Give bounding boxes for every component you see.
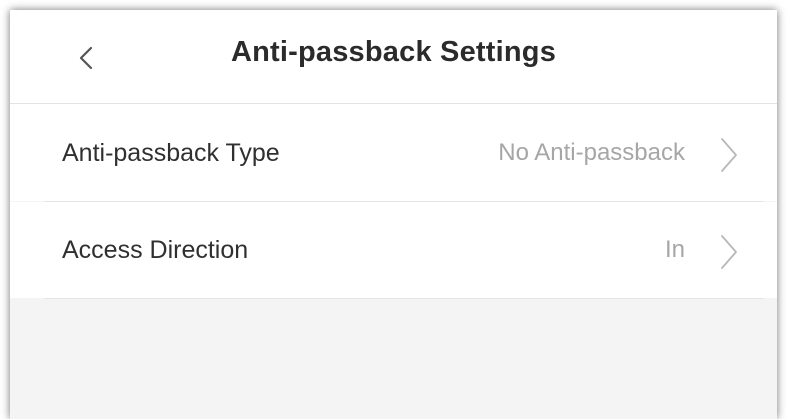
- setting-label: Access Direction: [62, 236, 249, 264]
- setting-label: Anti-passback Type: [62, 139, 280, 167]
- setting-value: In: [664, 236, 685, 263]
- setting-row-access-direction[interactable]: Access Direction In: [10, 202, 777, 298]
- page-title: Anti-passback Settings: [230, 36, 557, 68]
- settings-screen: Anti-passback Settings Anti-passback Typ…: [10, 10, 777, 419]
- settings-list: Anti-passback Type No Anti-passback Acce…: [10, 105, 777, 419]
- chevron-right-icon: [721, 235, 737, 269]
- row-divider: [44, 298, 764, 299]
- setting-row-anti-passback-type[interactable]: Anti-passback Type No Anti-passback: [10, 105, 777, 201]
- app-header: Anti-passback Settings: [10, 10, 777, 104]
- setting-value: No Anti-passback: [498, 139, 685, 166]
- device-frame: Anti-passback Settings Anti-passback Typ…: [0, 0, 787, 419]
- chevron-right-icon: [721, 138, 737, 172]
